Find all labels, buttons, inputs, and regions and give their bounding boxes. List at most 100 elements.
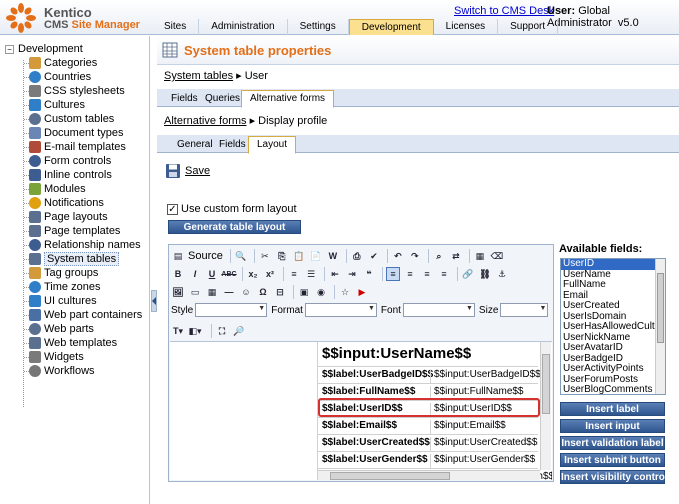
undo-icon[interactable]: ↶ <box>391 249 405 263</box>
source-button[interactable]: Source <box>188 250 223 262</box>
kentico-logo[interactable]: Kentico CMS Site Manager <box>6 3 156 33</box>
star-icon[interactable]: ☆ <box>338 285 352 299</box>
tree-item-workflows[interactable]: Workflows <box>29 364 95 378</box>
strikethrough-icon[interactable]: ABC <box>221 267 236 281</box>
tab-settings[interactable]: Settings <box>288 19 349 35</box>
tree-item-page-templates[interactable]: Page templates <box>29 224 120 238</box>
insert-validation-label-button[interactable]: Insert validation label <box>560 436 665 450</box>
preview-icon[interactable]: 🔍 <box>234 249 248 263</box>
horizontal-rule-icon[interactable]: ― <box>222 285 236 299</box>
insert-visibility-control-button[interactable]: Insert visibility control <box>560 470 668 484</box>
tab-support[interactable]: Support <box>498 19 559 35</box>
tree-item-form-controls[interactable]: Form controls <box>29 154 111 168</box>
show-blocks-icon[interactable]: 🔎 <box>232 324 246 338</box>
field-option[interactable]: UserAvatarID <box>561 343 665 354</box>
spellcheck-icon[interactable]: ✔ <box>367 249 381 263</box>
outdent-icon[interactable]: ⇤ <box>328 267 342 281</box>
page-break-icon[interactable]: ⊟ <box>273 285 287 299</box>
tab-alternative-forms[interactable]: Alternative forms <box>241 90 335 108</box>
insert-label-button[interactable]: Insert label <box>560 402 665 416</box>
tree-item-relationship-names[interactable]: Relationship names <box>29 238 141 252</box>
tree-item-css-stylesheets[interactable]: CSS stylesheets <box>29 84 125 98</box>
redo-icon[interactable]: ↷ <box>408 249 422 263</box>
insert-input-button[interactable]: Insert input <box>560 419 665 433</box>
field-option[interactable]: UserActivityPoints <box>561 364 665 375</box>
tree-item-web-templates[interactable]: Web templates <box>29 336 117 350</box>
align-left-icon[interactable]: ≡ <box>386 267 400 281</box>
tree-item-inline-controls[interactable]: Inline controls <box>29 168 112 182</box>
replace-icon[interactable]: ⇄ <box>449 249 463 263</box>
font-select[interactable]: Font <box>381 303 475 317</box>
editor-horizontal-scrollbar[interactable] <box>318 470 540 480</box>
save-button[interactable]: Save <box>165 163 210 179</box>
breadcrumb-system-tables-link[interactable]: System tables <box>164 70 233 82</box>
remove-format-icon[interactable]: ⌫ <box>490 249 504 263</box>
paste-text-icon[interactable]: 📄 <box>309 249 323 263</box>
align-center-icon[interactable]: ≡ <box>403 267 417 281</box>
field-option[interactable]: UserBlogComments <box>561 385 665 394</box>
link-icon[interactable]: 🔗 <box>461 267 475 281</box>
text-color-icon[interactable]: T▾ <box>171 324 185 338</box>
tree-item-e-mail-templates[interactable]: E-mail templates <box>29 140 126 154</box>
tab-layout[interactable]: Layout <box>248 136 297 154</box>
underline-icon[interactable]: U <box>205 267 219 281</box>
field-option[interactable]: FullName <box>561 280 665 291</box>
editor-vertical-scrollbar[interactable] <box>540 342 551 470</box>
tree-item-notifications[interactable]: Notifications <box>29 196 104 210</box>
tree-item-web-part-containers[interactable]: Web part containers <box>29 308 142 322</box>
tree-item-cultures[interactable]: Cultures <box>29 98 85 112</box>
special-char-icon[interactable]: Ω <box>256 285 270 299</box>
tree-item-time-zones[interactable]: Time zones <box>29 280 100 294</box>
form-icon[interactable]: ▣ <box>297 285 311 299</box>
paste-icon[interactable]: 📋 <box>292 249 306 263</box>
tree-item-modules[interactable]: Modules <box>29 182 86 196</box>
bullet-list-icon[interactable]: ☰ <box>304 267 318 281</box>
align-justify-icon[interactable]: ≡ <box>437 267 451 281</box>
print-icon[interactable]: ⎙ <box>350 249 364 263</box>
style-select[interactable]: Style <box>171 303 268 317</box>
field-option[interactable]: UserCreated <box>561 301 665 312</box>
switch-to-cms-desk-link[interactable]: Switch to CMS Desk <box>454 5 554 17</box>
insert-submit-button-button[interactable]: Insert submit button <box>560 453 665 467</box>
tree-item-tag-groups[interactable]: Tag groups <box>29 266 98 280</box>
format-select[interactable]: Format <box>271 303 377 317</box>
indent-icon[interactable]: ⇥ <box>345 267 359 281</box>
tree-item-countries[interactable]: Countries <box>29 70 91 84</box>
tab-development[interactable]: Development <box>348 19 434 35</box>
unlink-icon[interactable]: ⛓ <box>478 267 492 281</box>
paste-word-icon[interactable]: W <box>326 249 340 263</box>
available-fields-list[interactable]: UserID UserName FullName Email UserCreated Us… <box>560 258 666 395</box>
bold-icon[interactable]: B <box>171 267 185 281</box>
fields-list-scrollbar[interactable] <box>655 259 665 394</box>
image-icon[interactable]: 🖼 <box>171 285 185 299</box>
maximize-icon[interactable]: ⛶ <box>215 324 229 338</box>
tree-item-document-types[interactable]: Document types <box>29 126 123 140</box>
find-icon[interactable]: ⌕ <box>432 249 446 263</box>
generate-table-layout-button[interactable]: Generate table layout <box>168 220 301 234</box>
field-option[interactable]: UserID <box>561 259 665 270</box>
select-all-icon[interactable]: ▦ <box>473 249 487 263</box>
bg-color-icon[interactable]: ◧▾ <box>188 324 202 338</box>
table-insert-icon[interactable]: ▦ <box>205 285 219 299</box>
use-custom-layout-checkbox[interactable]: ✓ Use custom form layout <box>167 203 297 215</box>
numbered-list-icon[interactable]: ≡ <box>287 267 301 281</box>
flash-icon[interactable]: ▭ <box>188 285 202 299</box>
cut-icon[interactable]: ✂ <box>258 249 272 263</box>
tree-root-development[interactable]: − Development <box>5 42 83 56</box>
tree-item-widgets[interactable]: Widgets <box>29 350 84 364</box>
tree-item-system-tables[interactable]: System tables <box>29 252 120 266</box>
superscript-icon[interactable]: x² <box>263 267 277 281</box>
tree-item-ui-cultures[interactable]: UI cultures <box>29 294 97 308</box>
tab-sites[interactable]: Sites <box>152 19 200 35</box>
collapse-icon[interactable]: − <box>5 44 14 54</box>
editor-canvas[interactable]: $$input:UserName$$ $$label:UserBadgeID$$… <box>170 341 552 480</box>
smiley-icon[interactable]: ☺ <box>239 285 253 299</box>
tree-item-web-parts[interactable]: Web parts <box>29 322 94 336</box>
media-icon[interactable]: ◉ <box>314 285 328 299</box>
size-select[interactable]: Size <box>479 303 549 317</box>
tab-licenses[interactable]: Licenses <box>434 19 499 35</box>
field-option[interactable]: UserHasAllowedCultures <box>561 322 665 333</box>
blockquote-icon[interactable]: ❝ <box>362 267 376 281</box>
youtube-icon[interactable]: ▶ <box>355 285 369 299</box>
copy-icon[interactable]: ⎘ <box>275 249 289 263</box>
